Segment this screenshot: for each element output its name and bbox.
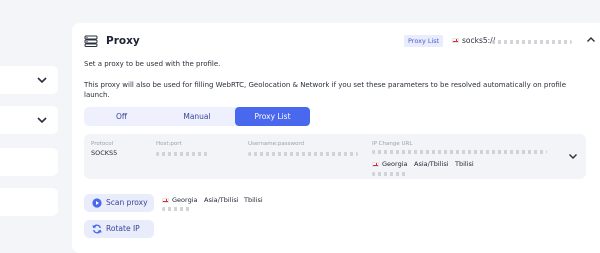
georgia-flag-icon [162, 198, 169, 203]
georgia-flag-icon [452, 38, 459, 43]
chevron-down-icon[interactable] [568, 151, 578, 161]
proxy-section-header[interactable]: Proxy Proxy List socks5:// [84, 33, 600, 49]
tab-proxy-list[interactable]: Proxy List [235, 107, 310, 126]
protocol-label: Protocol [91, 141, 114, 147]
chevron-down-icon [37, 117, 47, 124]
scan-country: Georgia [172, 196, 198, 204]
georgia-flag-icon [372, 162, 379, 167]
proxy-timezone: Asia/Tbilisi [414, 160, 449, 168]
hidden-proxy-address [492, 40, 572, 44]
scan-city: Tbilisi [244, 196, 263, 204]
protocol-value: SOCKS5 [91, 149, 118, 157]
host-label: Host:port [156, 141, 182, 147]
selected-proxy-row[interactable]: Protocol SOCKS5 Host:port Username:passw… [84, 134, 586, 179]
proxy-section-card: Proxy Proxy List socks5:// Set a proxy t… [72, 23, 600, 253]
tab-manual[interactable]: Manual [159, 107, 235, 126]
play-circle-icon [92, 198, 102, 208]
hidden-credentials [248, 152, 358, 156]
proxy-list-icon [84, 35, 98, 47]
scan-proxy-label: Scan proxy [106, 198, 148, 207]
rotate-ip-label: Rotate IP [106, 224, 140, 233]
left-panel [0, 0, 62, 241]
proxy-country: Georgia [382, 160, 408, 168]
scan-timezone: Asia/Tbilisi [204, 196, 239, 204]
hidden-host-value [156, 152, 208, 156]
proxy-mode-badge: Proxy List [404, 35, 444, 47]
username-label: Username:password [248, 141, 305, 147]
left-dropdown-1[interactable] [0, 66, 58, 94]
hidden-ip-change-url [372, 150, 547, 154]
proxy-description: Set a proxy to be used with the profile. [84, 60, 221, 68]
header-proxy-address: socks5:// [462, 36, 496, 45]
scan-proxy-button[interactable]: Scan proxy [84, 194, 154, 212]
tab-off[interactable]: Off [84, 107, 159, 126]
chevron-up-icon[interactable] [586, 35, 596, 45]
proxy-mode-selector: Off Manual Proxy List [84, 107, 310, 126]
proxy-usage-note: This proxy will also be used for filling… [84, 81, 567, 99]
hidden-scan-ip [162, 207, 192, 211]
left-field-4[interactable] [0, 188, 58, 216]
rotate-ip-button[interactable]: Rotate IP [84, 220, 154, 238]
ip-change-label: IP Change URL [372, 141, 413, 147]
left-dropdown-2[interactable] [0, 106, 58, 134]
refresh-icon [92, 224, 102, 234]
section-title: Proxy [106, 35, 140, 47]
chevron-down-icon [37, 77, 47, 84]
hidden-ip-value [372, 172, 408, 176]
proxy-city: Tbilisi [455, 160, 474, 168]
left-field-3[interactable] [0, 148, 58, 176]
